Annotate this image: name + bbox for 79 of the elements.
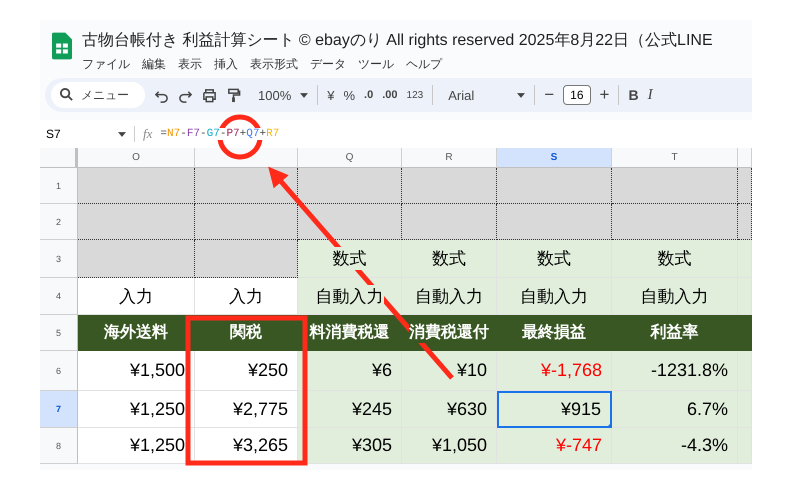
- menu-item[interactable]: データ: [310, 56, 346, 73]
- column-header-cell[interactable]: 利益率: [612, 315, 738, 351]
- table-cell[interactable]: 6.7%: [612, 391, 738, 428]
- decrease-decimal-button[interactable]: .0: [364, 89, 374, 101]
- row-header[interactable]: 1: [40, 168, 78, 204]
- table-cell[interactable]: ¥630: [402, 391, 497, 428]
- menu-item[interactable]: 編集: [142, 56, 166, 73]
- print-icon[interactable]: [202, 88, 217, 102]
- percent-format-button[interactable]: %: [343, 88, 356, 102]
- menu-item[interactable]: 挿入: [214, 56, 238, 73]
- table-cell[interactable]: 数式: [402, 240, 497, 278]
- column-header[interactable]: T: [612, 148, 738, 168]
- select-all-corner[interactable]: [40, 148, 78, 168]
- column-header-cell[interactable]: 最終損益: [497, 315, 612, 351]
- decrease-font-size-button[interactable]: −: [544, 85, 554, 105]
- table-cell[interactable]: ¥6: [298, 351, 402, 391]
- bold-button[interactable]: B: [628, 87, 639, 103]
- column-header[interactable]: [738, 148, 752, 168]
- table-cell[interactable]: 入力: [195, 278, 298, 315]
- search-icon: [59, 87, 74, 102]
- table-cell[interactable]: ¥915: [497, 391, 612, 428]
- row-header[interactable]: 7: [40, 391, 78, 428]
- table-cell[interactable]: ¥2,775: [195, 391, 298, 428]
- column-header-cell[interactable]: 料消費税還: [298, 315, 402, 351]
- increase-font-size-button[interactable]: +: [600, 85, 610, 105]
- menu-item[interactable]: ヘルプ: [406, 56, 442, 73]
- menu-search-field[interactable]: メニュー: [51, 82, 145, 108]
- menu-item[interactable]: 表示: [178, 56, 202, 73]
- table-cell[interactable]: ¥1,250: [78, 391, 195, 428]
- table-cell[interactable]: -1231.8%: [612, 351, 738, 391]
- table-cell[interactable]: 自動入力: [298, 278, 402, 315]
- table-cell[interactable]: ¥1,050: [402, 428, 497, 464]
- column-header-cell[interactable]: [738, 315, 752, 351]
- caret-icon[interactable]: [517, 92, 526, 98]
- column-header-cell[interactable]: 海外送料: [78, 315, 195, 351]
- row-header[interactable]: 3: [40, 240, 78, 278]
- row-header[interactable]: 8: [40, 428, 78, 464]
- increase-decimal-button[interactable]: .00: [382, 89, 398, 101]
- table-cell[interactable]: 数式: [497, 240, 612, 278]
- table-cell[interactable]: ¥1,250: [78, 428, 195, 464]
- menu-item[interactable]: 表示形式: [250, 56, 298, 73]
- sheets-logo-icon[interactable]: [52, 32, 72, 60]
- currency-format-button[interactable]: ¥: [327, 88, 334, 102]
- column-header[interactable]: O: [78, 148, 195, 168]
- table-cell[interactable]: ¥305: [298, 428, 402, 464]
- caret-icon[interactable]: [118, 132, 126, 136]
- table-cell[interactable]: 数式: [298, 240, 402, 278]
- column-header[interactable]: S: [497, 148, 612, 168]
- name-box[interactable]: S7: [46, 127, 110, 141]
- italic-button[interactable]: I: [648, 86, 653, 104]
- menu-item[interactable]: ファイル: [82, 56, 130, 73]
- table-cell[interactable]: 入力: [78, 278, 195, 315]
- table-cell[interactable]: -4.3%: [612, 428, 738, 464]
- table-cell[interactable]: ¥245: [298, 391, 402, 428]
- caret-icon[interactable]: [300, 92, 308, 98]
- table-cell[interactable]: 自動入力: [497, 278, 612, 315]
- font-select[interactable]: Arial: [448, 88, 508, 102]
- function-label: fx: [143, 126, 152, 142]
- row-header[interactable]: 4: [40, 278, 78, 315]
- menu-item[interactable]: ツール: [358, 56, 394, 73]
- column-header[interactable]: Q: [298, 148, 402, 168]
- table-cell[interactable]: 自動入力: [612, 278, 738, 315]
- column-header-cell[interactable]: 消費税還付: [402, 315, 497, 351]
- table-cell[interactable]: ¥1,500: [78, 351, 195, 391]
- column-header[interactable]: R: [402, 148, 497, 168]
- document-title[interactable]: 古物台帳付き 利益計算シート © ebayのり All rights reserved 2025年8月22日（公式LINE: [82, 30, 713, 51]
- number-format-button[interactable]: 123: [406, 90, 424, 100]
- row-header[interactable]: 2: [40, 204, 78, 240]
- table-cell[interactable]: 自動入力: [402, 278, 497, 315]
- table-cell[interactable]: ¥250: [195, 351, 298, 391]
- row-header[interactable]: 6: [40, 351, 78, 391]
- paint-roller-icon[interactable]: [226, 88, 241, 102]
- table-cell[interactable]: 数式: [612, 240, 738, 278]
- formula-field[interactable]: =N7-F7-G7-P7+Q7+R7: [160, 128, 280, 140]
- column-header[interactable]: [195, 148, 298, 168]
- font-size-field[interactable]: 16: [563, 85, 591, 105]
- zoom-select[interactable]: 100%: [258, 88, 292, 102]
- row-header[interactable]: 5: [40, 315, 78, 351]
- table-cell[interactable]: ¥10: [402, 351, 497, 391]
